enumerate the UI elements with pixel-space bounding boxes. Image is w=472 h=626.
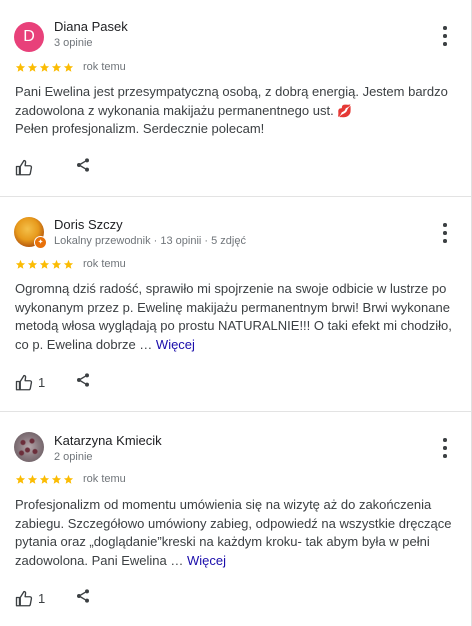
star-icon xyxy=(51,474,62,484)
divider xyxy=(0,411,471,412)
share-icon xyxy=(77,373,89,387)
star-icon xyxy=(39,259,50,269)
star-icon xyxy=(15,62,26,72)
share-button[interactable] xyxy=(75,157,91,178)
share-button[interactable] xyxy=(75,588,91,609)
more-link[interactable]: Więcej xyxy=(187,553,226,568)
review-actions: 1 xyxy=(15,588,91,609)
star-icon xyxy=(51,62,62,72)
review-text-line: Pani Ewelina jest przesympatyczną osobą,… xyxy=(15,84,448,118)
review-text-line: Ogromną dziś radość, sprawiło mi spojrze… xyxy=(15,281,452,352)
star-icon xyxy=(27,62,38,72)
reviewer-meta[interactable]: 2 opinie xyxy=(54,451,93,463)
star-icon xyxy=(39,474,50,484)
star-icon xyxy=(15,474,26,484)
share-icon xyxy=(77,158,89,172)
like-button[interactable]: 1 xyxy=(15,374,75,392)
like-button[interactable]: 1 xyxy=(15,590,75,608)
star-rating xyxy=(15,62,74,73)
more-vert-icon[interactable] xyxy=(439,438,451,458)
review-actions xyxy=(15,157,91,178)
kiss-emoji: 💋 xyxy=(337,103,353,118)
star-rating xyxy=(15,259,74,270)
thumb-up-icon xyxy=(15,159,33,175)
star-icon xyxy=(39,62,50,72)
reviewer-meta[interactable]: Lokalny przewodnik · 13 opinii · 5 zdjęć xyxy=(54,235,246,247)
star-icon xyxy=(63,259,74,269)
star-icon xyxy=(51,259,62,269)
star-icon xyxy=(27,259,38,269)
like-button[interactable] xyxy=(15,159,75,177)
review-text: Pani Ewelina jest przesympatyczną osobą,… xyxy=(15,83,455,139)
local-guide-badge-icon: ✦ xyxy=(34,236,47,249)
thumb-up-icon xyxy=(15,374,33,390)
review-text-line: Profesjonalizm od momentu umówienia się … xyxy=(15,497,452,568)
like-count: 1 xyxy=(38,375,46,390)
review-date: rok temu xyxy=(83,258,126,270)
review-date: rok temu xyxy=(83,61,126,73)
reviewer-name[interactable]: Doris Szczy xyxy=(54,217,123,232)
review-text-line: Pełen profesjonalizm. Serdecznie polecam… xyxy=(15,121,265,136)
share-button[interactable] xyxy=(75,372,91,393)
star-icon xyxy=(63,62,74,72)
share-icon xyxy=(77,589,89,603)
avatar[interactable] xyxy=(14,432,44,462)
star-icon xyxy=(15,259,26,269)
review-date: rok temu xyxy=(83,473,126,485)
avatar[interactable]: D xyxy=(14,22,44,52)
review-text: Ogromną dziś radość, sprawiło mi spojrze… xyxy=(15,280,455,354)
thumb-up-icon xyxy=(15,590,33,606)
review-text: Profesjonalizm od momentu umówienia się … xyxy=(15,496,455,570)
reviewer-name[interactable]: Diana Pasek xyxy=(54,19,128,34)
star-icon xyxy=(63,474,74,484)
avatar-letter: D xyxy=(23,28,35,45)
review-actions: 1 xyxy=(15,372,91,393)
divider xyxy=(0,196,471,197)
star-icon xyxy=(27,474,38,484)
star-rating xyxy=(15,474,74,485)
more-link[interactable]: Więcej xyxy=(156,337,195,352)
more-vert-icon[interactable] xyxy=(439,26,451,46)
like-count: 1 xyxy=(38,591,46,606)
reviewer-name[interactable]: Katarzyna Kmiecik xyxy=(54,433,162,448)
reviewer-meta[interactable]: 3 opinie xyxy=(54,37,93,49)
more-vert-icon[interactable] xyxy=(439,223,451,243)
